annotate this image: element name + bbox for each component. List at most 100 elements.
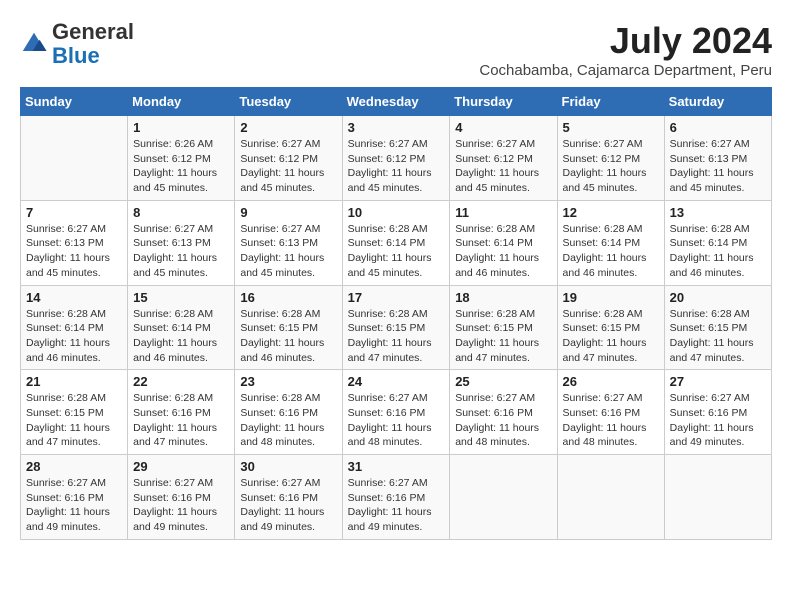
week-row-2: 7 Sunrise: 6:27 AMSunset: 6:13 PMDaylight… <box>21 200 772 285</box>
day-cell: 29Sunrise: 6:27 AMSunset: 6:16 PMDayligh… <box>128 455 235 540</box>
day-number: 5 <box>563 120 659 135</box>
month-title: July 2024 <box>479 20 772 62</box>
day-info: Sunrise: 6:28 AMSunset: 6:15 PMDaylight:… <box>670 307 766 366</box>
day-cell: 4Sunrise: 6:27 AMSunset: 6:12 PMDaylight… <box>450 116 557 201</box>
day-number: 16 <box>240 290 336 305</box>
day-cell: 30Sunrise: 6:27 AMSunset: 6:16 PMDayligh… <box>235 455 342 540</box>
header-row: SundayMondayTuesdayWednesdayThursdayFrid… <box>21 88 772 116</box>
day-cell: 28 Sunrise: 6:27 AMSunset: 6:16 PMDayligh… <box>21 455 128 540</box>
day-number: 1 <box>133 120 229 135</box>
day-cell: 7 Sunrise: 6:27 AMSunset: 6:13 PMDaylight… <box>21 200 128 285</box>
day-info: Sunrise: 6:27 AMSunset: 6:12 PMDaylight:… <box>563 137 659 196</box>
day-number: 7 <box>26 205 122 220</box>
day-cell: 27Sunrise: 6:27 AMSunset: 6:16 PMDayligh… <box>664 370 771 455</box>
day-cell: 15Sunrise: 6:28 AMSunset: 6:14 PMDayligh… <box>128 285 235 370</box>
day-info: Sunrise: 6:27 AMSunset: 6:16 PMDaylight:… <box>670 391 766 450</box>
header-cell-friday: Friday <box>557 88 664 116</box>
day-cell: 3Sunrise: 6:27 AMSunset: 6:12 PMDaylight… <box>342 116 450 201</box>
day-cell: 11Sunrise: 6:28 AMSunset: 6:14 PMDayligh… <box>450 200 557 285</box>
day-cell: 1 Sunrise: 6:26 AMSunset: 6:12 PMDaylight… <box>128 116 235 201</box>
day-number: 10 <box>348 205 445 220</box>
day-number: 13 <box>670 205 766 220</box>
day-info: Sunrise: 6:27 AMSunset: 6:16 PMDaylight:… <box>563 391 659 450</box>
day-info: Sunrise: 6:27 AMSunset: 6:12 PMDaylight:… <box>240 137 336 196</box>
header-cell-sunday: Sunday <box>21 88 128 116</box>
day-info: Sunrise: 6:28 AMSunset: 6:15 PMDaylight:… <box>563 307 659 366</box>
header-cell-saturday: Saturday <box>664 88 771 116</box>
day-cell <box>664 455 771 540</box>
day-info: Sunrise: 6:27 AMSunset: 6:16 PMDaylight:… <box>455 391 551 450</box>
day-number: 18 <box>455 290 551 305</box>
day-info: Sunrise: 6:27 AMSunset: 6:16 PMDaylight:… <box>240 476 336 535</box>
day-number: 3 <box>348 120 445 135</box>
day-cell: 24Sunrise: 6:27 AMSunset: 6:16 PMDayligh… <box>342 370 450 455</box>
day-info: Sunrise: 6:28 AMSunset: 6:16 PMDaylight:… <box>133 391 229 450</box>
day-number: 2 <box>240 120 336 135</box>
day-number: 25 <box>455 374 551 389</box>
day-info: Sunrise: 6:27 AMSunset: 6:13 PMDaylight:… <box>26 222 122 281</box>
day-number: 19 <box>563 290 659 305</box>
day-cell: 26 Sunrise: 6:27 AMSunset: 6:16 PMDayligh… <box>557 370 664 455</box>
header-cell-wednesday: Wednesday <box>342 88 450 116</box>
day-info: Sunrise: 6:27 AMSunset: 6:13 PMDaylight:… <box>670 137 766 196</box>
day-cell: 18 Sunrise: 6:28 AMSunset: 6:15 PMDayligh… <box>450 285 557 370</box>
day-number: 31 <box>348 459 445 474</box>
day-cell: 2 Sunrise: 6:27 AMSunset: 6:12 PMDaylight… <box>235 116 342 201</box>
day-number: 17 <box>348 290 445 305</box>
day-number: 4 <box>455 120 551 135</box>
day-cell: 10 Sunrise: 6:28 AMSunset: 6:14 PMDayligh… <box>342 200 450 285</box>
day-cell: 31Sunrise: 6:27 AMSunset: 6:16 PMDayligh… <box>342 455 450 540</box>
day-cell: 22 Sunrise: 6:28 AMSunset: 6:16 PMDayligh… <box>128 370 235 455</box>
day-info: Sunrise: 6:28 AMSunset: 6:15 PMDaylight:… <box>455 307 551 366</box>
day-cell <box>450 455 557 540</box>
day-info: Sunrise: 6:27 AMSunset: 6:16 PMDaylight:… <box>133 476 229 535</box>
logo-text: General Blue <box>52 20 134 68</box>
day-cell: 19 Sunrise: 6:28 AMSunset: 6:15 PMDayligh… <box>557 285 664 370</box>
calendar-body: 1 Sunrise: 6:26 AMSunset: 6:12 PMDaylight… <box>21 116 772 540</box>
day-number: 20 <box>670 290 766 305</box>
calendar-table: SundayMondayTuesdayWednesdayThursdayFrid… <box>20 87 772 540</box>
day-number: 8 <box>133 205 229 220</box>
logo: General Blue <box>20 20 134 68</box>
logo-icon <box>20 30 48 58</box>
day-number: 11 <box>455 205 551 220</box>
day-cell: 16Sunrise: 6:28 AMSunset: 6:15 PMDayligh… <box>235 285 342 370</box>
day-info: Sunrise: 6:28 AMSunset: 6:15 PMDaylight:… <box>26 391 122 450</box>
day-info: Sunrise: 6:28 AMSunset: 6:14 PMDaylight:… <box>348 222 445 281</box>
day-info: Sunrise: 6:27 AMSunset: 6:16 PMDaylight:… <box>26 476 122 535</box>
day-info: Sunrise: 6:28 AMSunset: 6:14 PMDaylight:… <box>670 222 766 281</box>
day-cell: 5 Sunrise: 6:27 AMSunset: 6:12 PMDaylight… <box>557 116 664 201</box>
day-info: Sunrise: 6:28 AMSunset: 6:16 PMDaylight:… <box>240 391 336 450</box>
day-cell: 25 Sunrise: 6:27 AMSunset: 6:16 PMDayligh… <box>450 370 557 455</box>
page-header: General Blue July 2024 Cochabamba, Cajam… <box>20 20 772 79</box>
day-info: Sunrise: 6:26 AMSunset: 6:12 PMDaylight:… <box>133 137 229 196</box>
day-number: 24 <box>348 374 445 389</box>
day-cell: 9 Sunrise: 6:27 AMSunset: 6:13 PMDaylight… <box>235 200 342 285</box>
day-number: 23 <box>240 374 336 389</box>
day-cell: 13 Sunrise: 6:28 AMSunset: 6:14 PMDayligh… <box>664 200 771 285</box>
day-number: 6 <box>670 120 766 135</box>
day-info: Sunrise: 6:27 AMSunset: 6:13 PMDaylight:… <box>240 222 336 281</box>
day-number: 26 <box>563 374 659 389</box>
logo-blue: Blue <box>52 43 100 68</box>
day-cell: 8Sunrise: 6:27 AMSunset: 6:13 PMDaylight… <box>128 200 235 285</box>
day-info: Sunrise: 6:28 AMSunset: 6:14 PMDaylight:… <box>26 307 122 366</box>
day-number: 28 <box>26 459 122 474</box>
title-block: July 2024 Cochabamba, Cajamarca Departme… <box>479 20 772 79</box>
week-row-5: 28 Sunrise: 6:27 AMSunset: 6:16 PMDayligh… <box>21 455 772 540</box>
day-cell: 23 Sunrise: 6:28 AMSunset: 6:16 PMDayligh… <box>235 370 342 455</box>
day-cell: 20 Sunrise: 6:28 AMSunset: 6:15 PMDayligh… <box>664 285 771 370</box>
day-cell: 14 Sunrise: 6:28 AMSunset: 6:14 PMDayligh… <box>21 285 128 370</box>
day-number: 15 <box>133 290 229 305</box>
day-cell: 21 Sunrise: 6:28 AMSunset: 6:15 PMDayligh… <box>21 370 128 455</box>
week-row-3: 14 Sunrise: 6:28 AMSunset: 6:14 PMDayligh… <box>21 285 772 370</box>
day-number: 14 <box>26 290 122 305</box>
day-number: 9 <box>240 205 336 220</box>
day-cell <box>557 455 664 540</box>
day-number: 22 <box>133 374 229 389</box>
day-cell: 17Sunrise: 6:28 AMSunset: 6:15 PMDayligh… <box>342 285 450 370</box>
day-number: 21 <box>26 374 122 389</box>
calendar-header: SundayMondayTuesdayWednesdayThursdayFrid… <box>21 88 772 116</box>
location-title: Cochabamba, Cajamarca Department, Peru <box>479 62 772 79</box>
week-row-4: 21 Sunrise: 6:28 AMSunset: 6:15 PMDayligh… <box>21 370 772 455</box>
